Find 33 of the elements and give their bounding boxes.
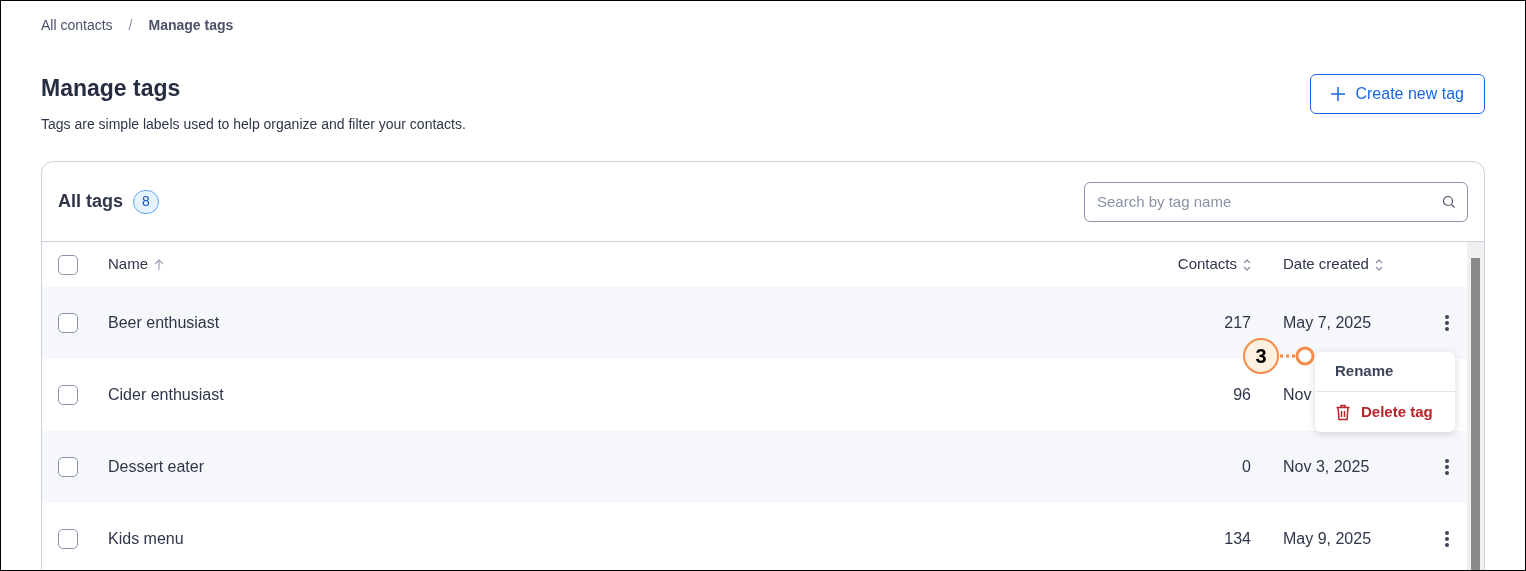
checkbox[interactable] [58,254,78,275]
checkbox[interactable] [58,385,78,405]
contacts-count: 217 [1224,313,1252,333]
tag-name: Kids menu [108,529,184,549]
breadcrumb-separator: / [128,16,133,35]
date-created: May 9, 2025 [1282,529,1372,549]
checkbox[interactable] [58,313,78,333]
date-created: Nov 3, 2025 [1282,457,1370,477]
tag-name: Cider enthusiast [108,385,224,405]
date-created: May 7, 2025 [1282,313,1372,333]
contacts-count: 134 [1224,529,1252,549]
contacts-count: 96 [1233,385,1252,405]
checkbox[interactable] [58,529,78,549]
contacts-count: 0 [1242,457,1252,477]
tag-name: Beer enthusiast [108,313,220,333]
create-new-tag-button[interactable]: Create new tag [1310,74,1485,114]
date-created: Nov [1282,385,1312,405]
search-icon [1442,194,1456,209]
tag-name: Dessert eater [108,457,205,477]
column-header[interactable]: Name [108,253,148,276]
count-badge: 8 [133,189,159,214]
trash-icon [1335,403,1351,421]
card-title: All tags [58,190,123,213]
search-field[interactable]: Search by tag name [1084,181,1468,222]
column-header[interactable]: Date created [1283,253,1369,276]
page-description: Tags are simple labels used to help organize and filter your contacts. [41,115,466,134]
delete-menu-item[interactable]: Delete tag [1315,392,1455,432]
column-header[interactable]: Contacts [1177,253,1237,276]
checkbox[interactable] [58,457,78,477]
plus-icon [1331,87,1346,101]
breadcrumb-link[interactable]: Manage tags [148,15,234,36]
page-title: Manage tags [41,74,182,102]
breadcrumb-link[interactable]: All contacts [41,15,113,36]
